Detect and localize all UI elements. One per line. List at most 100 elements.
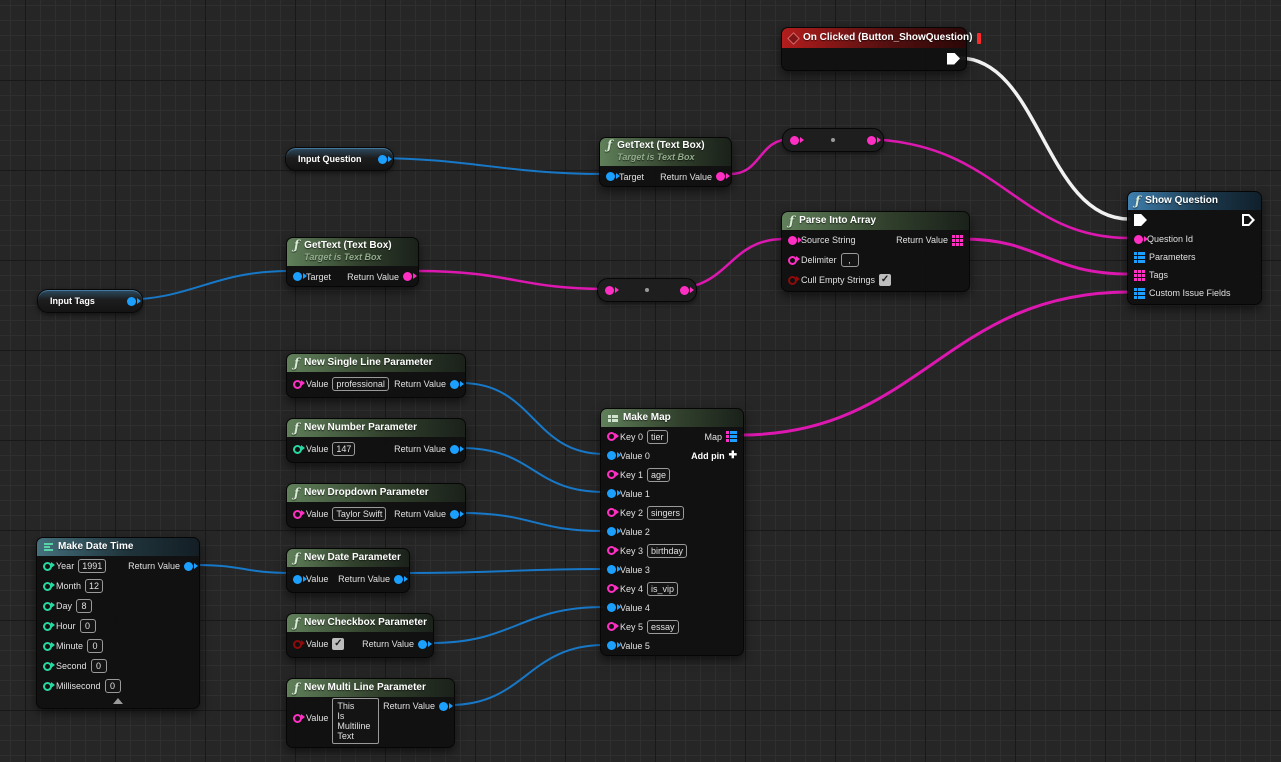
array-pin-icon[interactable]: [952, 235, 963, 246]
value-field[interactable]: 147: [332, 442, 355, 456]
collapse-arrow[interactable]: [113, 698, 123, 704]
hour-pin[interactable]: [43, 622, 52, 631]
question-id-pin[interactable]: [1134, 235, 1143, 244]
node-title: New Checkbox Parameter: [304, 617, 427, 629]
value-pin[interactable]: [293, 510, 302, 519]
minute-field[interactable]: 0: [87, 639, 103, 653]
node-new-single-line-parameter[interactable]: ƒ New Single Line Parameter Value profes…: [286, 353, 466, 398]
node-gettext-2[interactable]: ƒ GetText (Text Box) Target is Text Box …: [286, 237, 419, 287]
node-title: GetText (Text Box): [304, 240, 391, 252]
year-pin[interactable]: [43, 562, 52, 571]
delimiter-field[interactable]: ,: [841, 253, 859, 267]
key-2-pin[interactable]: [607, 508, 616, 517]
source-string-pin[interactable]: [788, 236, 797, 245]
exec-input-pin[interactable]: [1134, 214, 1147, 226]
value-5-pin[interactable]: [607, 641, 616, 650]
minute-pin[interactable]: [43, 642, 52, 651]
node-input-question[interactable]: Input Question: [285, 147, 394, 171]
value-1-pin[interactable]: [607, 489, 616, 498]
custom-issue-fields-map-pin-icon[interactable]: [1134, 288, 1145, 299]
value-pin[interactable]: [293, 380, 302, 389]
key-1-pin[interactable]: [607, 470, 616, 479]
year-field[interactable]: 1991: [78, 559, 106, 573]
millisecond-field[interactable]: 0: [105, 679, 121, 693]
exec-output-pin[interactable]: [1242, 214, 1255, 226]
day-pin[interactable]: [43, 602, 52, 611]
add-pin-label[interactable]: Add pin: [691, 451, 725, 461]
return-value-pin[interactable]: [403, 272, 412, 281]
millisecond-pin[interactable]: [43, 682, 52, 691]
return-value-pin[interactable]: [450, 445, 459, 454]
node-gettext-1[interactable]: ƒ GetText (Text Box) Target is Text Box …: [599, 137, 732, 187]
reroute-input-pin[interactable]: [790, 136, 799, 145]
second-field[interactable]: 0: [91, 659, 107, 673]
value-pin[interactable]: [293, 640, 302, 649]
variable-output-pin[interactable]: [378, 155, 387, 164]
pin-label: Key 5: [620, 622, 643, 632]
reroute-input-pin[interactable]: [605, 286, 614, 295]
value-2-pin[interactable]: [607, 527, 616, 536]
value-checkbox[interactable]: ✓: [332, 638, 344, 650]
key-2-field[interactable]: singers: [647, 506, 684, 520]
target-pin[interactable]: [293, 272, 302, 281]
return-value-pin[interactable]: [450, 380, 459, 389]
month-field[interactable]: 12: [85, 579, 103, 593]
reroute-output-pin[interactable]: [680, 286, 689, 295]
node-new-number-parameter[interactable]: ƒ New Number Parameter Value 147 Return …: [286, 418, 466, 463]
pin-label: Return Value: [394, 509, 446, 519]
value-field[interactable]: Taylor Swift: [332, 507, 386, 521]
key-1-field[interactable]: age: [647, 468, 670, 482]
delimiter-pin[interactable]: [788, 256, 797, 265]
key-3-field[interactable]: birthday: [647, 544, 687, 558]
reroute-node[interactable]: [782, 128, 884, 152]
return-value-pin[interactable]: [439, 702, 448, 711]
cull-checkbox[interactable]: ✓: [879, 274, 891, 286]
node-new-dropdown-parameter[interactable]: ƒ New Dropdown Parameter Value Taylor Sw…: [286, 483, 466, 528]
key-5-field[interactable]: essay: [647, 620, 679, 634]
value-pin[interactable]: [293, 714, 302, 723]
day-field[interactable]: 8: [76, 599, 92, 613]
target-pin[interactable]: [606, 172, 615, 181]
map-output-pin-icon[interactable]: [726, 431, 737, 442]
reroute-node[interactable]: [597, 278, 697, 302]
hour-field[interactable]: 0: [80, 619, 96, 633]
key-4-pin[interactable]: [607, 584, 616, 593]
node-make-date-time[interactable]: Make Date Time Year 1991 Return Value Mo…: [36, 537, 200, 709]
node-new-date-parameter[interactable]: ƒ New Date Parameter Value Return Value: [286, 548, 410, 593]
return-value-pin[interactable]: [450, 510, 459, 519]
key-4-field[interactable]: is_vip: [647, 582, 678, 596]
return-value-pin[interactable]: [394, 575, 403, 584]
key-0-field[interactable]: tier: [647, 430, 668, 444]
node-make-map[interactable]: Make Map Key 0 tier Map Value 0 Add pin …: [600, 408, 744, 656]
cull-empty-strings-pin[interactable]: [788, 276, 797, 285]
node-new-multi-line-parameter[interactable]: ƒ New Multi Line Parameter Value This Is…: [286, 678, 455, 748]
node-on-clicked[interactable]: On Clicked (Button_ShowQuestion): [781, 27, 967, 71]
delegate-pin[interactable]: [977, 33, 981, 44]
value-pin[interactable]: [293, 445, 302, 454]
return-value-pin[interactable]: [716, 172, 725, 181]
value-3-pin[interactable]: [607, 565, 616, 574]
exec-output-pin[interactable]: [947, 53, 960, 65]
month-pin[interactable]: [43, 582, 52, 591]
node-parse-into-array[interactable]: ƒ Parse Into Array Source String Return …: [781, 211, 970, 292]
parameters-map-pin-icon[interactable]: [1134, 252, 1145, 263]
second-pin[interactable]: [43, 662, 52, 671]
value-4-pin[interactable]: [607, 603, 616, 612]
reroute-output-pin[interactable]: [867, 136, 876, 145]
add-pin-icon[interactable]: ✚: [729, 450, 737, 461]
value-0-pin[interactable]: [607, 451, 616, 460]
return-value-pin[interactable]: [418, 640, 427, 649]
value-field[interactable]: professional: [332, 377, 389, 391]
key-0-pin[interactable]: [607, 432, 616, 441]
key-5-pin[interactable]: [607, 622, 616, 631]
node-new-checkbox-parameter[interactable]: ƒ New Checkbox Parameter Value ✓ Return …: [286, 613, 434, 658]
variable-output-pin[interactable]: [127, 297, 136, 306]
node-show-question[interactable]: ƒ Show Question Question Id Parameters T…: [1127, 191, 1262, 305]
value-pin[interactable]: [293, 575, 302, 584]
return-value-pin[interactable]: [184, 562, 193, 571]
node-input-tags[interactable]: Input Tags: [37, 289, 143, 313]
key-3-pin[interactable]: [607, 546, 616, 555]
pin-label: Return Value: [394, 379, 446, 389]
value-multiline-field[interactable]: This Is Multiline Text: [332, 698, 379, 744]
tags-array-pin-icon[interactable]: [1134, 270, 1145, 281]
